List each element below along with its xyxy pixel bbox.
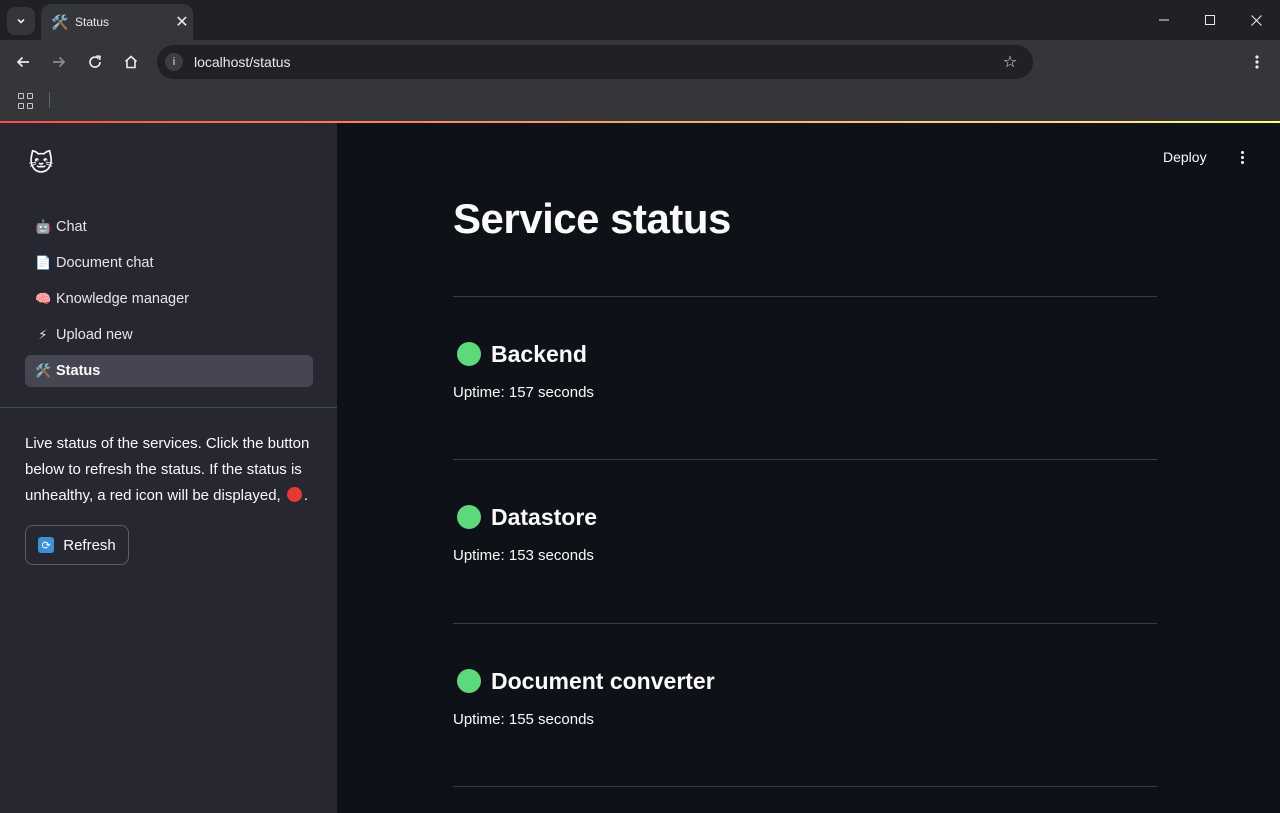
arrow-right-icon <box>53 56 66 68</box>
green-status-icon <box>457 669 481 693</box>
deploy-button[interactable]: Deploy <box>1163 145 1207 169</box>
kebab-dot <box>1240 150 1244 154</box>
service-document-converter: Document converter Uptime: 155 seconds <box>453 666 1157 729</box>
close-icon <box>1250 14 1262 26</box>
page-title: Service status <box>453 195 731 242</box>
back-button[interactable] <box>9 48 37 76</box>
status-description: Live status of the services. Click the b… <box>25 431 320 509</box>
description-end: . <box>303 487 309 504</box>
divider <box>453 786 1157 787</box>
description-text: Live status of the services. Click the b… <box>25 435 310 504</box>
divider <box>453 459 1157 460</box>
service-header: Document converter <box>453 666 1157 696</box>
home-button[interactable] <box>117 48 145 76</box>
service-name: Datastore <box>491 503 598 530</box>
sidebar-nav: 🤖 Chat 📄 Document chat 🧠 Knowledge manag… <box>25 211 313 391</box>
refresh-label: Refresh <box>63 536 116 554</box>
address-bar[interactable]: i localhost/status ☆ <box>157 45 1033 79</box>
maximize-button[interactable] <box>1187 0 1233 40</box>
home-icon <box>124 55 138 69</box>
tools-icon: 🛠️ <box>35 363 52 378</box>
service-uptime: Uptime: 153 seconds <box>453 547 594 564</box>
minimize-icon <box>1159 19 1169 21</box>
sidebar-item-status[interactable]: 🛠️ Status <box>25 355 313 387</box>
app-logo-icon: 🐱 <box>28 150 54 177</box>
sidebar: 🐱 🤖 Chat 📄 Document chat 🧠 Knowledge man… <box>0 123 337 813</box>
window-close-button[interactable] <box>1233 0 1279 40</box>
sidebar-item-upload-new[interactable]: ⚡ Upload new <box>25 319 313 351</box>
main-content: Deploy Service status Backend Uptime: 15… <box>337 123 1280 813</box>
browser-tab[interactable]: 🛠️ Status ✕ <box>41 4 193 40</box>
sidebar-item-document-chat[interactable]: 📄 Document chat <box>25 247 313 279</box>
kebab-menu-icon <box>1255 55 1259 69</box>
sidebar-item-knowledge-manager[interactable]: 🧠 Knowledge manager <box>25 283 313 315</box>
minimize-button[interactable] <box>1141 0 1187 40</box>
reload-button[interactable] <box>81 48 109 76</box>
main-menu-button[interactable] <box>1230 145 1254 169</box>
service-uptime: Uptime: 157 seconds <box>453 384 594 401</box>
divider <box>453 296 1157 297</box>
tab-search-button[interactable] <box>7 7 35 35</box>
refresh-icon: ⟳ <box>38 537 55 553</box>
brain-icon: 🧠 <box>35 291 52 306</box>
lightning-icon: ⚡ <box>38 327 48 342</box>
sidebar-item-label: Status <box>56 363 101 379</box>
bookmarks-bar <box>0 84 1280 121</box>
service-name: Document converter <box>491 667 715 694</box>
sidebar-item-chat[interactable]: 🤖 Chat <box>25 211 313 243</box>
sidebar-item-label: Upload new <box>56 327 133 343</box>
divider <box>453 623 1157 624</box>
green-status-icon <box>457 342 481 366</box>
green-status-icon <box>457 505 481 529</box>
tab-title: Status <box>75 15 110 29</box>
service-header: Datastore <box>453 502 1157 532</box>
kebab-dot <box>1240 160 1244 164</box>
service-datastore: Datastore Uptime: 153 seconds <box>453 502 1157 565</box>
tab-close-icon[interactable]: ✕ <box>171 12 193 32</box>
browser-titlebar: 🛠️ Status ✕ <box>0 0 1280 40</box>
tools-icon: 🛠️ <box>51 13 69 30</box>
kebab-dot <box>1240 155 1244 159</box>
sidebar-divider <box>0 407 337 408</box>
arrow-left-icon <box>16 56 29 68</box>
maximize-icon <box>1205 15 1215 25</box>
sidebar-item-label: Chat <box>56 219 87 235</box>
sidebar-item-label: Document chat <box>56 255 154 271</box>
service-backend: Backend Uptime: 157 seconds <box>453 339 1157 402</box>
apps-grid-icon[interactable] <box>18 93 36 111</box>
document-icon: 📄 <box>35 255 52 270</box>
chevron-down-icon <box>17 18 25 24</box>
red-circle-icon <box>286 487 302 502</box>
bookmarks-separator <box>49 92 50 108</box>
browser-menu-button[interactable] <box>1243 48 1271 76</box>
browser-toolbar: i localhost/status ☆ <box>0 40 1280 84</box>
url-text[interactable]: localhost/status <box>194 54 995 70</box>
service-uptime: Uptime: 155 seconds <box>453 711 594 728</box>
forward-button[interactable] <box>45 48 73 76</box>
bookmark-star-icon[interactable]: ☆ <box>995 52 1025 72</box>
reload-icon <box>89 55 101 68</box>
site-info-icon[interactable]: i <box>165 53 183 71</box>
service-header: Backend <box>453 339 1157 369</box>
service-name: Backend <box>491 340 587 367</box>
refresh-button[interactable]: ⟳ Refresh <box>25 525 129 565</box>
sidebar-item-label: Knowledge manager <box>56 291 190 307</box>
robot-icon: 🤖 <box>35 219 52 234</box>
